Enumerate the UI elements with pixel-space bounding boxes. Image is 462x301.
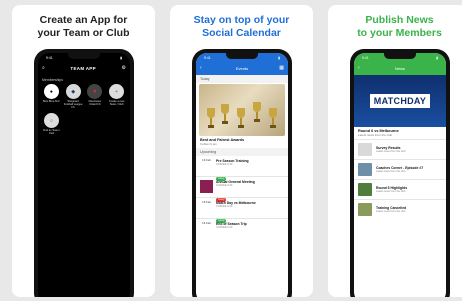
status-time: 9:41 xyxy=(46,55,53,60)
find-row: ⌕ Find an Team / Club xyxy=(38,113,130,135)
trophy-icon xyxy=(207,108,215,130)
news-thumbnail xyxy=(358,203,372,216)
news-item[interactable]: Training Cancelled Latest news from the … xyxy=(354,199,446,219)
event-meta: COFFEE 6:30 xyxy=(216,184,233,187)
app-bar: ⌕ TEAM APP ⚙ xyxy=(38,62,130,75)
featured-event-image[interactable] xyxy=(199,84,285,136)
upcoming-header: Upcoming xyxy=(196,148,288,156)
app-bar: ‹ Events ▦ xyxy=(196,62,288,75)
news-banner-image[interactable]: MATCHDAY xyxy=(354,75,446,127)
app-store-screenshots: Create an App for your Team or Club 9:41… xyxy=(0,0,462,301)
news-item[interactable]: Survey Results Latest news from the club xyxy=(354,139,446,159)
caption-line-2: Social Calendar xyxy=(202,27,281,39)
create-club-button[interactable]: + Create a new Team / Club xyxy=(107,84,126,109)
event-row[interactable]: 16 Feb End of Season Trip COFFEE 6:30 xyxy=(196,219,288,240)
event-meta: COFFEE 6:30 xyxy=(216,205,233,208)
event-row[interactable]: Annual General Meeting COFFEE 6:30 Going xyxy=(196,177,288,202)
news-item[interactable]: Round 5 Highlights Latest news from the … xyxy=(354,179,446,199)
status-time: 9:41 xyxy=(362,55,369,60)
trophy-icon xyxy=(253,102,261,124)
phone-frame: 9:41 ▮ ‹ Events ▦ Today Best and Fairest… xyxy=(192,49,292,297)
search-icon: ⌕ xyxy=(44,113,59,128)
phone-screen: 9:41 ▮ ⌕ TEAM APP ⚙ Memberships ● Bow Br… xyxy=(38,53,130,297)
event-date: 13 Feb xyxy=(202,158,211,162)
caption: Publish News to your Members xyxy=(328,14,462,40)
promo-card-news: Publish News to your Members 9:41 ▮ ‹ Ne… xyxy=(328,5,462,297)
phone-screen: 9:41 ▮ ‹ Events ▦ Today Best and Fairest… xyxy=(196,53,288,297)
news-meta: Latest news from the club xyxy=(376,210,406,213)
trophy-icon xyxy=(269,108,277,130)
news-thumbnail xyxy=(358,183,372,196)
membership-label: Bow Bros AFC xyxy=(42,100,60,103)
club-logo-icon: ◆ xyxy=(65,84,81,99)
membership-item[interactable]: ▼ Mountview United FC xyxy=(86,84,105,109)
promo-card-team: Create an App for your Team or Club 9:41… xyxy=(12,5,155,297)
settings-icon[interactable]: ⚙ xyxy=(122,66,126,71)
battery-icon: ▮ xyxy=(120,55,122,60)
news-meta: Latest news from the club xyxy=(376,170,406,173)
club-logo-icon: ● xyxy=(43,84,59,99)
status-time: 9:41 xyxy=(204,55,211,60)
event-row[interactable]: 15 Feb Match Day vs Melbourne COFFEE 6:3… xyxy=(196,198,288,223)
search-icon[interactable]: ⌕ xyxy=(42,66,45,71)
trophy-icon xyxy=(221,104,229,126)
app-title: Events xyxy=(235,66,249,71)
section-label: Memberships xyxy=(42,78,64,82)
news-meta: Latest news from the club xyxy=(376,190,406,193)
event-meta: COFFEE 6:30 xyxy=(216,226,233,229)
battery-icon: ▮ xyxy=(436,55,438,60)
app-bar: ‹ News xyxy=(354,62,446,75)
news-item[interactable]: Coaches Corner - Episode #7 Latest news … xyxy=(354,159,446,179)
plus-icon: + xyxy=(109,84,125,99)
membership-item[interactable]: ● Bow Bros AFC xyxy=(42,84,61,109)
promo-card-calendar: Stay on top of your Social Calendar 9:41… xyxy=(170,5,313,297)
app-logo: TEAM APP xyxy=(70,66,96,71)
event-meta: COFFEE 6:30 xyxy=(216,163,233,166)
news-meta: Latest news from the club xyxy=(376,150,406,153)
caption: Create an App for your Team or Club xyxy=(12,14,155,40)
phone-frame: 9:41 ▮ ‹ News MATCHDAY Round 6 vs Melbou… xyxy=(350,49,450,297)
caption-line-1: Create an App for xyxy=(39,14,128,26)
membership-item[interactable]: ◆ Sheppard Football League FC xyxy=(64,84,83,109)
phone-screen: 9:41 ▮ ‹ News MATCHDAY Round 6 vs Melbou… xyxy=(354,53,446,297)
memberships-row: ● Bow Bros AFC ◆ Sheppard Football Leagu… xyxy=(38,84,130,109)
today-header: Today xyxy=(196,75,288,83)
banner-text: MATCHDAY xyxy=(369,94,431,108)
event-date: 16 Feb xyxy=(202,221,211,225)
caption-line-1: Stay on top of your xyxy=(193,14,290,26)
club-logo-icon: ▼ xyxy=(87,84,103,99)
caption-line-2: your Team or Club xyxy=(37,27,130,39)
caption-line-2: to your Members xyxy=(357,27,442,39)
caption-line-1: Publish News xyxy=(365,14,434,26)
event-thumbnail xyxy=(200,180,213,193)
news-thumbnail xyxy=(358,163,372,176)
phone-notch xyxy=(226,53,258,59)
phone-frame: 9:41 ▮ ⌕ TEAM APP ⚙ Memberships ● Bow Br… xyxy=(34,49,134,297)
news-thumbnail xyxy=(358,143,372,156)
battery-icon: ▮ xyxy=(278,55,280,60)
event-row[interactable]: 13 Feb Pre Season Training COFFEE 6:30 G… xyxy=(196,156,288,181)
membership-label: Sheppard Football League FC xyxy=(63,100,83,109)
find-club-button[interactable]: ⌕ Find an Team / Club xyxy=(42,113,61,135)
app-title: News xyxy=(394,66,405,71)
find-club-label: Find an Team / Club xyxy=(42,129,61,135)
event-date: 15 Feb xyxy=(202,200,211,204)
caption: Stay on top of your Social Calendar xyxy=(170,14,313,40)
membership-label: Mountview United FC xyxy=(88,100,102,106)
phone-notch xyxy=(68,53,100,59)
trophy-icon xyxy=(237,108,245,130)
phone-notch xyxy=(384,53,416,59)
create-club-label: Create a new Team / Club xyxy=(108,100,125,106)
